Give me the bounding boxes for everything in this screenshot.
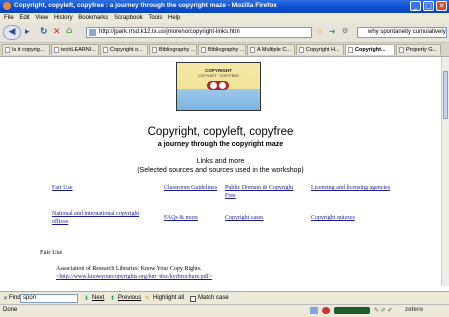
next-arrow-icon: ⬇ bbox=[84, 296, 90, 302]
find-bar: ✕ Find: spon ⬇ Next ⬆ Previous ✎ Highlig… bbox=[0, 291, 449, 305]
find-input[interactable]: spon bbox=[20, 294, 78, 303]
home-icon[interactable]: ⌂ bbox=[66, 26, 72, 36]
link-fair-use[interactable]: Fair Use bbox=[52, 185, 132, 193]
link-public-domain[interactable]: Public Domain & Copyright Free bbox=[225, 185, 305, 200]
tab-item-active[interactable]: Copyright... bbox=[345, 44, 395, 55]
minimize-button[interactable]: _ bbox=[410, 1, 421, 11]
tab-item[interactable]: Is it copyrig... bbox=[2, 44, 50, 55]
highlight-icon: ✎ bbox=[145, 296, 151, 302]
tab-bar: Is it copyrig... techLEARNI... Copyright… bbox=[0, 43, 449, 57]
menu-bookmarks[interactable]: Bookmarks bbox=[78, 13, 108, 23]
close-find-icon[interactable]: ✕ bbox=[3, 295, 8, 302]
menu-bar: File Edit View History Bookmarks Scrapbo… bbox=[0, 13, 449, 23]
match-case-label: Match case bbox=[198, 295, 229, 301]
status-bar: Done ✎ ✐ ✐ zotero bbox=[0, 304, 449, 317]
reference-text: Association of Research Libraries: Know … bbox=[56, 266, 202, 272]
menu-tools[interactable]: Tools bbox=[148, 13, 162, 23]
page-icon bbox=[5, 47, 10, 53]
previous-arrow-icon: ⬆ bbox=[110, 296, 116, 302]
tab-item[interactable]: A Multiple C... bbox=[247, 44, 295, 55]
back-arrow-icon[interactable]: ◀ bbox=[3, 25, 21, 40]
tab-item[interactable]: Copyright o... bbox=[100, 44, 148, 55]
link-classroom-guidelines[interactable]: Classroom Guidelines bbox=[164, 185, 219, 193]
page-subtitle: a journey through the copyright maze bbox=[157, 141, 284, 148]
tab-item[interactable]: Bibliography ... bbox=[149, 44, 197, 55]
page-icon bbox=[399, 47, 404, 53]
link-copyright-cases[interactable]: Copyright cases bbox=[225, 215, 305, 223]
banner-subtitle: COPYLEFT · COPYFREE bbox=[198, 74, 239, 78]
link-copyright-quizzes[interactable]: Copyright quizzes bbox=[311, 215, 391, 223]
banner-title: COPYRIGHT bbox=[205, 68, 232, 73]
menu-help[interactable]: Help bbox=[168, 13, 180, 23]
tab-item[interactable]: Bibliography ... bbox=[198, 44, 246, 55]
highlight-all-button[interactable]: Highlight all bbox=[153, 295, 184, 301]
addon-icon[interactable]: ⚙ bbox=[342, 27, 348, 35]
reload-icon[interactable]: ↻ bbox=[40, 27, 48, 37]
banner-image: COPYRIGHT COPYLEFT · COPYFREE bbox=[176, 62, 261, 111]
reference-link[interactable]: <http://www.knowyourcopyrights.org/bm~do… bbox=[56, 273, 212, 281]
address-bar[interactable]: http://jpark.rrsd.k12.tx.us/jmoreno/copy… bbox=[86, 27, 312, 38]
find-next-button[interactable]: Next bbox=[92, 295, 104, 301]
window-title: Copyright, copyleft, copyfree : a journe… bbox=[14, 2, 277, 9]
search-input[interactable]: why spontaneity cumulatively bbox=[357, 27, 447, 38]
page-icon bbox=[348, 47, 353, 53]
navigation-toolbar: ◀ ▸ ↻ ✕ ⌂ http://jpark.rrsd.k12.tx.us/jm… bbox=[0, 23, 449, 43]
copyright-logo-icon bbox=[207, 81, 229, 90]
page-icon bbox=[152, 47, 157, 53]
page-icon bbox=[103, 47, 108, 53]
vertical-scrollbar[interactable] bbox=[441, 57, 449, 286]
tab-item[interactable]: Property G... bbox=[396, 44, 441, 55]
page-title: Copyright, copyleft, copyfree bbox=[147, 126, 294, 138]
link-copyright-offices[interactable]: National and international copyright off… bbox=[52, 211, 142, 226]
link-licensing[interactable]: Licensing and licensing agencies bbox=[311, 185, 391, 193]
page-icon bbox=[299, 47, 304, 53]
page-icon bbox=[201, 47, 206, 53]
tab-item[interactable]: techLEARNI... bbox=[51, 44, 99, 55]
maximize-button[interactable]: □ bbox=[423, 1, 434, 11]
addon-status-icon bbox=[322, 307, 330, 314]
link-faqs[interactable]: FAQs & more bbox=[164, 215, 219, 223]
section-title-fair-use: Fair Use bbox=[40, 249, 63, 256]
find-label: Find: bbox=[9, 295, 23, 301]
page-content: COPYRIGHT COPYLEFT · COPYFREE Copyright,… bbox=[0, 57, 441, 286]
go-arrow-icon[interactable]: ➜ bbox=[329, 27, 336, 36]
search-text: why spontaneity cumulatively bbox=[368, 29, 446, 35]
extension-tools-icon[interactable]: ✎ ✐ ✐ bbox=[374, 307, 392, 314]
reference-entry: Association of Research Libraries: Know … bbox=[56, 265, 212, 281]
extension-badge bbox=[334, 307, 370, 314]
page-icon bbox=[54, 47, 59, 53]
stop-icon[interactable]: ✕ bbox=[53, 27, 61, 37]
bookmark-star-icon[interactable]: ☆ bbox=[316, 27, 323, 36]
scrollbar-thumb[interactable] bbox=[443, 71, 448, 119]
tab-item[interactable]: Copyright H... bbox=[296, 44, 344, 55]
status-text: Done bbox=[3, 307, 18, 313]
menu-scrapbook[interactable]: Scrapbook bbox=[114, 13, 143, 23]
zotero-label[interactable]: zotero bbox=[405, 307, 423, 313]
menu-edit[interactable]: Edit bbox=[19, 13, 29, 23]
firefox-icon bbox=[3, 2, 11, 10]
security-icon bbox=[310, 307, 318, 314]
links-heading: Links and more (Selected sources and sou… bbox=[137, 158, 304, 174]
menu-view[interactable]: View bbox=[35, 13, 48, 23]
close-window-button[interactable]: ✕ bbox=[436, 1, 447, 11]
page-icon bbox=[250, 47, 255, 53]
match-case-checkbox[interactable] bbox=[190, 296, 196, 302]
menu-file[interactable]: File bbox=[4, 13, 14, 23]
forward-arrow-icon[interactable]: ▸ bbox=[25, 27, 30, 37]
menu-history[interactable]: History bbox=[54, 13, 73, 23]
url-text: http://jpark.rrsd.k12.tx.us/jmoreno/copy… bbox=[99, 29, 240, 35]
title-bar: Copyright, copyleft, copyfree : a journe… bbox=[0, 0, 449, 13]
find-previous-button[interactable]: Previous bbox=[118, 295, 141, 301]
page-favicon-icon bbox=[89, 29, 96, 36]
